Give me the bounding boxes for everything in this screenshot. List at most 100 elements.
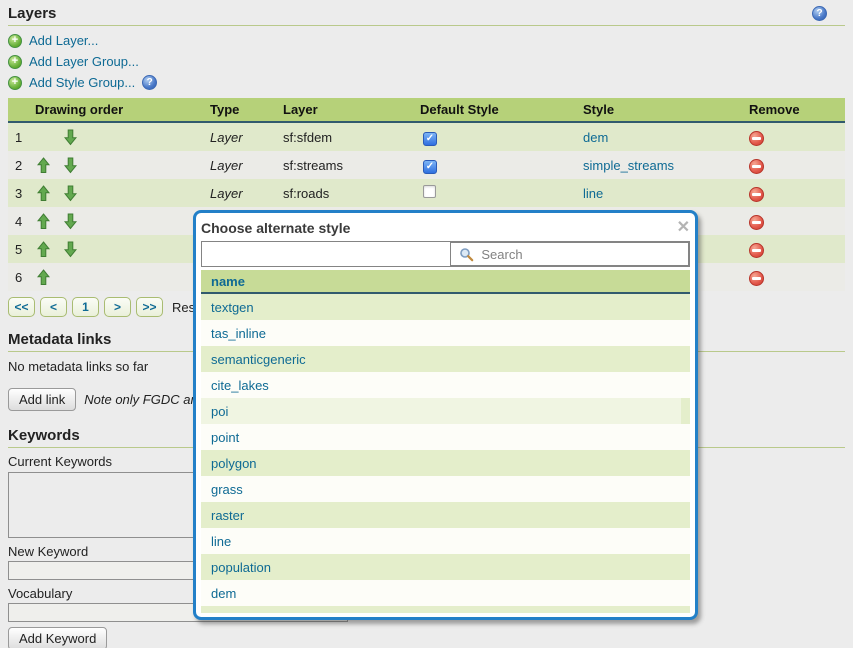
list-item[interactable]: simple_roads xyxy=(201,606,690,613)
remove-icon[interactable] xyxy=(749,159,764,174)
list-item[interactable]: cite_lakes xyxy=(201,372,690,398)
move-down-arrow[interactable] xyxy=(63,157,77,174)
list-item[interactable]: point xyxy=(201,424,690,450)
row-number: 1 xyxy=(8,130,36,145)
move-down-arrow[interactable] xyxy=(63,129,77,146)
choose-alternate-style-modal: Choose alternate style ✕ Search name tex… xyxy=(193,210,698,620)
remove-icon[interactable] xyxy=(749,215,764,230)
search-icon xyxy=(459,247,474,262)
col-style: Style xyxy=(575,102,737,117)
list-item[interactable]: population xyxy=(201,554,690,580)
move-up-arrow[interactable] xyxy=(36,269,50,286)
table-row: 2 Layer sf:streams ✓ simple_streams xyxy=(8,151,845,179)
add-style-group-label: Add Style Group... xyxy=(29,75,135,90)
row-number: 5 xyxy=(8,242,36,257)
remove-icon[interactable] xyxy=(749,131,764,146)
move-down-arrow[interactable] xyxy=(63,241,77,258)
move-up-arrow[interactable] xyxy=(36,241,50,258)
first-page-button[interactable]: << xyxy=(8,297,35,317)
page-number-button[interactable]: 1 xyxy=(72,297,99,317)
move-up-arrow[interactable] xyxy=(36,213,50,230)
search-box[interactable]: Search xyxy=(450,242,689,266)
style-option[interactable]: cite_lakes xyxy=(201,378,269,393)
col-remove: Remove xyxy=(737,102,827,117)
default-style-checkbox[interactable]: ✓ xyxy=(423,132,437,146)
col-layer: Layer xyxy=(275,102,412,117)
add-layer-group-label: Add Layer Group... xyxy=(29,54,139,69)
style-option[interactable]: tas_inline xyxy=(201,326,266,341)
row-number: 6 xyxy=(8,270,36,285)
filter-input[interactable] xyxy=(202,242,446,266)
search-placeholder-label: Search xyxy=(481,247,522,262)
style-option[interactable]: raster xyxy=(201,508,244,523)
add-link-button[interactable]: Add link xyxy=(8,388,76,411)
remove-icon[interactable] xyxy=(749,243,764,258)
row-number: 3 xyxy=(8,186,36,201)
move-up-arrow[interactable] xyxy=(36,157,50,174)
style-option[interactable]: point xyxy=(201,430,239,445)
move-down-arrow[interactable] xyxy=(63,185,77,202)
layer-type: Layer xyxy=(202,158,275,173)
page-help-icon[interactable]: ? xyxy=(812,6,827,21)
list-item-hovered[interactable]: poi xyxy=(201,398,690,424)
layer-name: sf:sfdem xyxy=(275,130,412,145)
col-default-style: Default Style xyxy=(412,102,575,117)
list-item[interactable]: textgen xyxy=(201,294,690,320)
list-item[interactable]: line xyxy=(201,528,690,554)
list-item[interactable]: raster xyxy=(201,502,690,528)
style-option[interactable]: dem xyxy=(201,586,236,601)
prev-page-button[interactable]: < xyxy=(40,297,67,317)
add-layer-label: Add Layer... xyxy=(29,33,98,48)
remove-icon[interactable] xyxy=(749,271,764,286)
modal-column-header[interactable]: name xyxy=(201,270,690,294)
style-option[interactable]: textgen xyxy=(201,300,254,315)
modal-title: Choose alternate style xyxy=(201,220,350,236)
list-item[interactable]: dem xyxy=(201,580,690,606)
name-column-label: name xyxy=(201,274,245,289)
filter-row: Search xyxy=(201,241,690,267)
style-link[interactable]: simple_streams xyxy=(583,158,674,173)
row-number: 2 xyxy=(8,158,36,173)
layer-name: sf:streams xyxy=(275,158,412,173)
add-style-group-link[interactable]: + Add Style Group... ? xyxy=(8,72,845,93)
table-row: 3 Layer sf:roads line xyxy=(8,179,845,207)
default-style-checkbox[interactable]: ✓ xyxy=(423,160,437,174)
layers-admin-page: Layers ? + Add Layer... + Add Layer Grou… xyxy=(0,0,853,648)
action-links: + Add Layer... + Add Layer Group... + Ad… xyxy=(8,30,845,93)
list-item[interactable]: semanticgeneric xyxy=(201,346,690,372)
col-drawing-order: Drawing order xyxy=(8,102,202,117)
add-icon: + xyxy=(8,34,22,48)
next-page-button[interactable]: > xyxy=(104,297,131,317)
style-option[interactable]: line xyxy=(201,534,231,549)
default-style-checkbox[interactable] xyxy=(423,185,436,198)
style-option[interactable]: polygon xyxy=(201,456,257,471)
style-option[interactable]: simple_roads xyxy=(201,612,288,614)
close-icon[interactable]: ✕ xyxy=(677,220,690,236)
add-layer-group-link[interactable]: + Add Layer Group... xyxy=(8,51,845,72)
style-option[interactable]: grass xyxy=(201,482,243,497)
list-item[interactable]: tas_inline xyxy=(201,320,690,346)
page-title: Layers xyxy=(8,0,845,26)
list-item[interactable]: polygon xyxy=(201,450,690,476)
row-number: 4 xyxy=(8,214,36,229)
add-keyword-button[interactable]: Add Keyword xyxy=(8,627,107,648)
layers-table-header: Drawing order Type Layer Default Style S… xyxy=(8,98,845,123)
style-group-help-icon[interactable]: ? xyxy=(142,75,157,90)
layer-type: Layer xyxy=(202,186,275,201)
remove-icon[interactable] xyxy=(749,187,764,202)
layer-type: Layer xyxy=(202,130,275,145)
add-icon: + xyxy=(8,55,22,69)
move-down-arrow[interactable] xyxy=(63,213,77,230)
style-option[interactable]: semanticgeneric xyxy=(201,352,306,367)
style-list: textgen tas_inline semanticgeneric cite_… xyxy=(201,294,690,613)
style-link[interactable]: dem xyxy=(583,130,608,145)
last-page-button[interactable]: >> xyxy=(136,297,163,317)
move-up-arrow[interactable] xyxy=(36,185,50,202)
move-down-slot xyxy=(63,269,77,286)
style-option[interactable]: population xyxy=(201,560,271,575)
list-item[interactable]: grass xyxy=(201,476,690,502)
add-layer-link[interactable]: + Add Layer... xyxy=(8,30,845,51)
table-row: 1 Layer sf:sfdem ✓ dem xyxy=(8,123,845,151)
style-option[interactable]: poi xyxy=(201,404,228,419)
style-link[interactable]: line xyxy=(583,186,603,201)
